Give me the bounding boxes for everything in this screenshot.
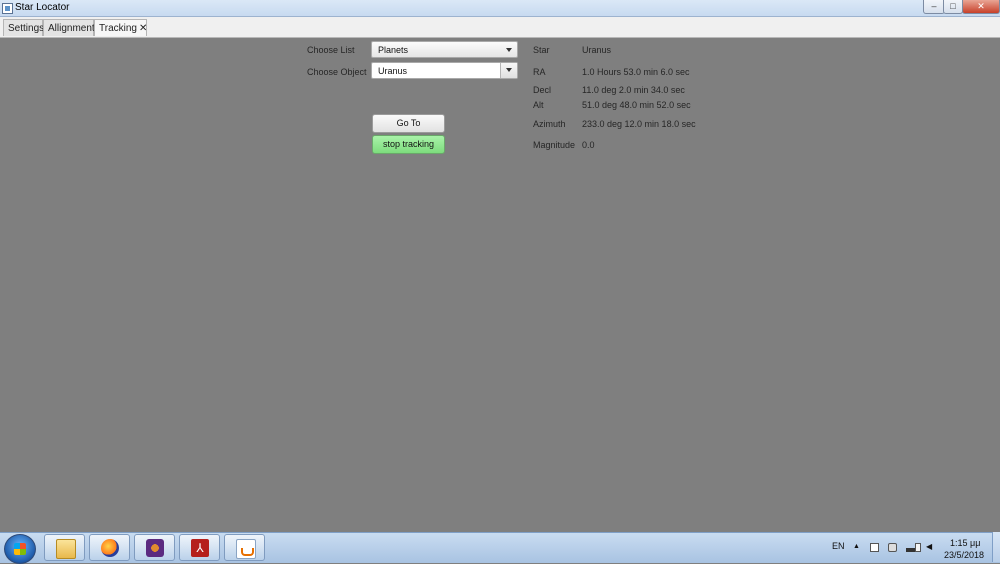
tab-label: Settings xyxy=(8,23,45,34)
azimuth-value: 233.0 deg 12.0 min 18.0 sec xyxy=(582,119,696,129)
star-value: Uranus xyxy=(582,45,612,55)
taskbar-gear-app[interactable] xyxy=(134,534,175,561)
java-icon xyxy=(236,539,256,559)
clock-date[interactable]: 23/5/2018 xyxy=(944,550,984,560)
choose-object-value[interactable]: Uranus xyxy=(378,66,407,76)
gear-icon xyxy=(146,539,164,557)
magnitude-value: 0.0 xyxy=(582,140,595,150)
choose-object-dropdown-button[interactable] xyxy=(500,63,517,78)
volume-icon[interactable]: ◀ xyxy=(926,542,932,551)
tab-tracking[interactable]: Tracking ✕ xyxy=(94,19,147,36)
battery-icon[interactable] xyxy=(915,543,921,552)
folder-icon xyxy=(56,539,76,559)
tab-label: Tracking xyxy=(99,23,137,34)
decl-value: 11.0 deg 2.0 min 34.0 sec xyxy=(582,85,685,95)
clock-time[interactable]: 1:15 μμ xyxy=(950,538,980,548)
tab-close-icon[interactable]: ✕ xyxy=(139,23,147,34)
chevron-down-icon xyxy=(506,48,512,52)
decl-label: Decl xyxy=(533,85,552,95)
close-button[interactable]: ✕ xyxy=(962,0,1000,14)
firefox-icon xyxy=(101,539,119,557)
tab-allignment[interactable]: Allignment xyxy=(43,19,95,36)
taskbar-firefox[interactable] xyxy=(89,534,130,561)
ra-label: RA xyxy=(533,67,546,77)
minimize-button[interactable]: – xyxy=(923,0,945,14)
app-icon xyxy=(2,3,13,14)
choose-list-dropdown[interactable]: Planets xyxy=(371,41,518,58)
taskbar-pdf[interactable]: ⅄ xyxy=(179,534,220,561)
tab-label: Allignment xyxy=(48,23,95,34)
choose-list-value: Planets xyxy=(378,45,409,55)
chevron-down-icon xyxy=(506,68,512,72)
taskbar-explorer[interactable] xyxy=(44,534,85,561)
star-label: Star xyxy=(533,45,550,55)
go-to-button[interactable]: Go To xyxy=(372,114,445,133)
window-title: Star Locator xyxy=(15,2,70,13)
choose-list-label: Choose List xyxy=(307,45,355,55)
magnitude-label: Magnitude xyxy=(533,140,576,150)
choose-object-combobox[interactable]: Uranus xyxy=(371,62,518,79)
alt-label: Alt xyxy=(533,100,544,110)
start-button[interactable] xyxy=(4,534,36,564)
choose-object-label: Choose Object xyxy=(307,67,367,77)
azimuth-label: Azimuth xyxy=(533,119,566,129)
tab-bar: Settings Allignment Tracking ✕ xyxy=(0,17,1000,38)
show-desktop-button[interactable] xyxy=(992,532,1000,562)
alt-value: 51.0 deg 48.0 min 52.0 sec xyxy=(582,100,691,110)
language-indicator[interactable]: EN xyxy=(832,541,845,551)
stop-tracking-button[interactable]: stop tracking xyxy=(372,135,445,154)
title-bar: Star Locator – □ ✕ xyxy=(0,0,1000,17)
taskbar: ⅄ xyxy=(0,532,1000,564)
taskbar-java[interactable] xyxy=(224,534,265,561)
tab-settings[interactable]: Settings xyxy=(3,19,45,36)
tray-expand-icon[interactable]: ▲ xyxy=(853,543,860,550)
ra-value: 1.0 Hours 53.0 min 6.0 sec xyxy=(582,67,690,77)
action-center-icon[interactable] xyxy=(870,543,879,552)
device-icon[interactable] xyxy=(888,543,897,552)
network-icon[interactable] xyxy=(906,543,915,552)
maximize-button[interactable]: □ xyxy=(943,0,963,14)
pdf-icon: ⅄ xyxy=(191,539,209,557)
